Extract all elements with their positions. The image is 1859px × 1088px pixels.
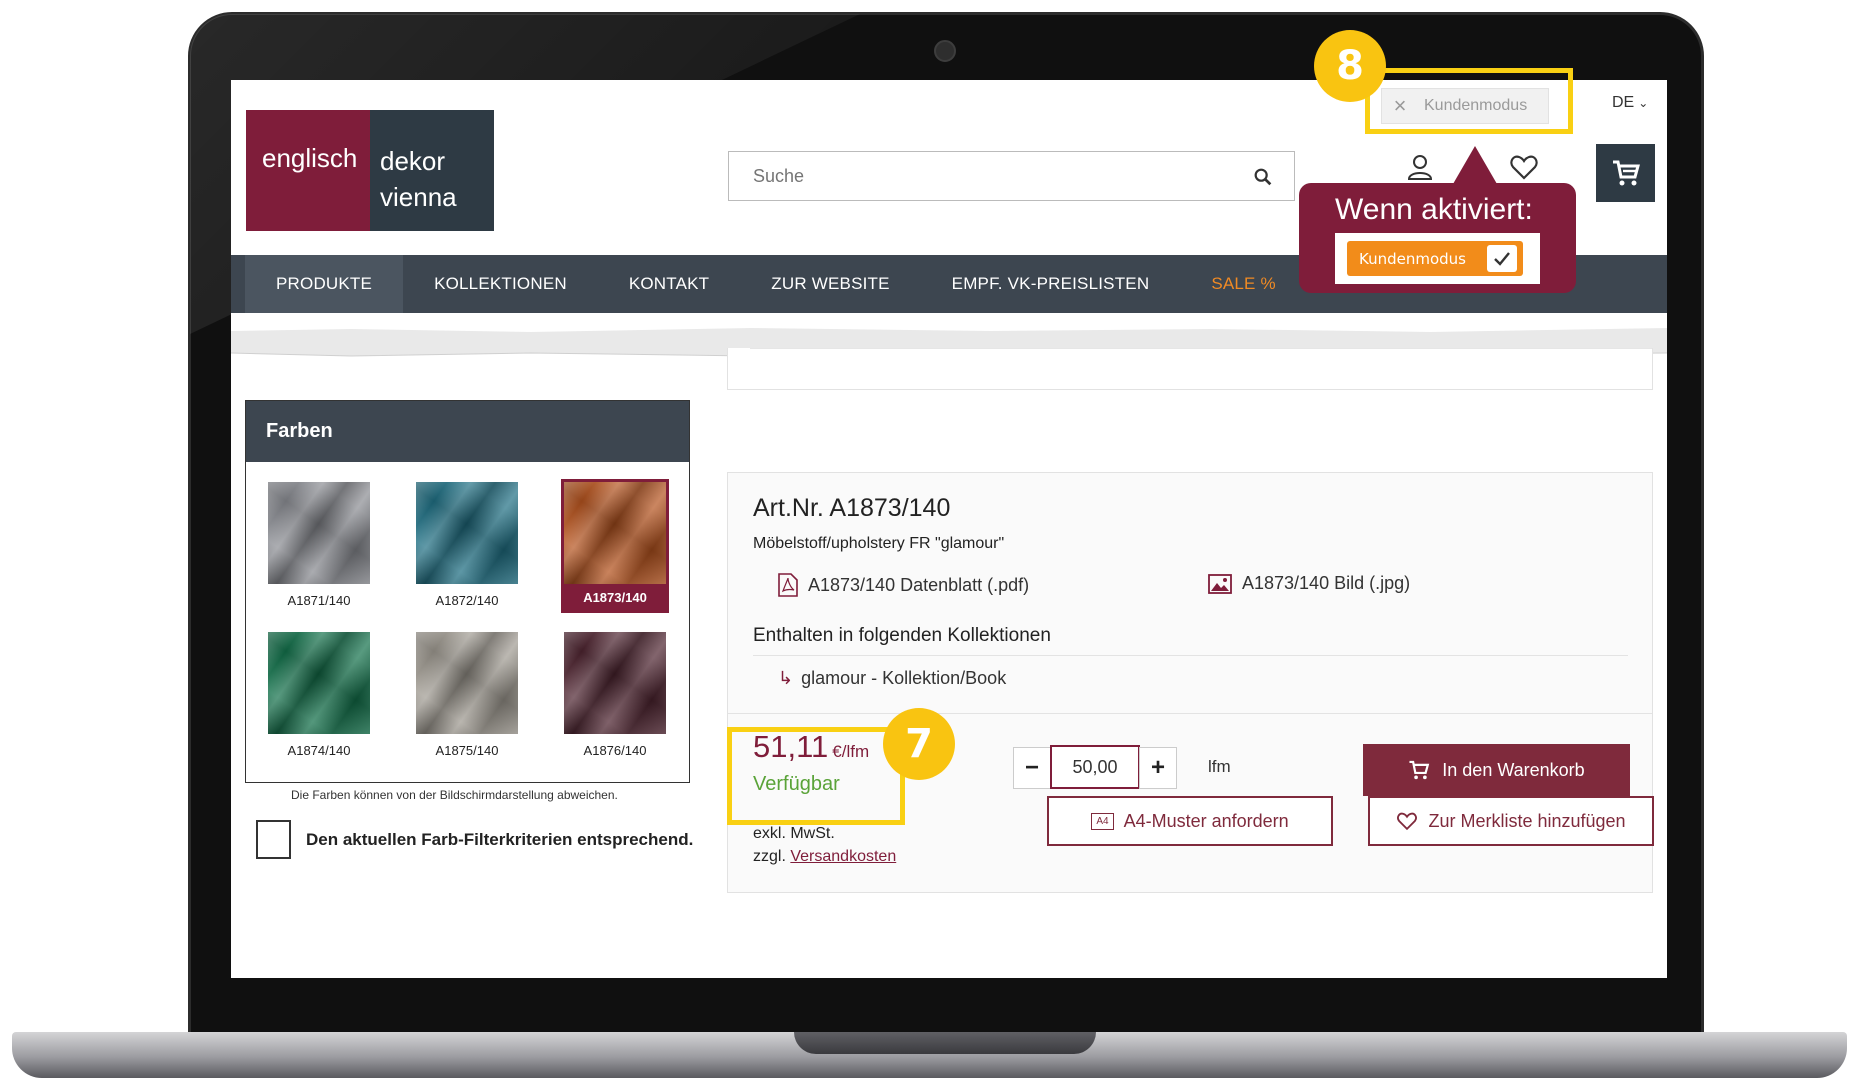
request-sample-button[interactable]: A4 A4-Muster anfordern xyxy=(1047,796,1333,846)
search-input[interactable] xyxy=(729,152,1199,200)
arrow-turn-icon: ↳ xyxy=(778,668,794,688)
swatch-image xyxy=(268,482,370,584)
request-sample-label: A4-Muster anfordern xyxy=(1123,810,1289,831)
swatch-label: A1874/140 xyxy=(287,743,351,758)
nav-item-sale[interactable]: SALE % xyxy=(1180,255,1307,313)
search-icon[interactable] xyxy=(1252,166,1274,188)
step-badge-8: 8 xyxy=(1314,30,1386,102)
a4-sample-icon: A4 xyxy=(1091,812,1114,830)
add-to-wishlist-button[interactable]: Zur Merkliste hinzufügen xyxy=(1368,796,1654,846)
highlight-price xyxy=(727,727,905,825)
nav-item-produkte[interactable]: PRODUKTE xyxy=(245,255,404,313)
image-label: A1873/140 Bild (.jpg) xyxy=(1242,573,1411,593)
logo-text-top: dekor xyxy=(380,146,446,176)
camera-icon xyxy=(934,40,956,62)
highlight-kundenmodus xyxy=(1365,68,1573,134)
color-filter-checkbox[interactable] xyxy=(256,820,291,859)
logo-text-bottom: vienna xyxy=(380,182,457,212)
heart-icon[interactable] xyxy=(1509,152,1539,182)
quantity-input[interactable] xyxy=(1050,745,1140,789)
user-icon[interactable] xyxy=(1405,152,1435,182)
tax-note: exkl. MwSt. xyxy=(753,825,835,842)
cart-icon xyxy=(1612,160,1640,186)
colors-panel: Farben A1871/140 A1872/140 A1873/140 A18… xyxy=(245,400,690,783)
check-icon xyxy=(1487,245,1517,272)
shipping-note: zzgl. Versandkosten xyxy=(753,848,896,866)
swatch-a1873[interactable]: A1873/140 xyxy=(561,479,669,613)
swatch-a1876[interactable]: A1876/140 xyxy=(564,632,666,758)
swatch-image xyxy=(416,632,518,734)
step-badge-7: 7 xyxy=(883,708,955,780)
callout-title: Wenn aktiviert: xyxy=(1335,193,1533,226)
swatch-image xyxy=(268,632,370,734)
image-icon xyxy=(1208,573,1232,594)
swatch-label: A1876/140 xyxy=(583,743,647,758)
nav-item-preislisten[interactable]: EMPF. VK-PREISLISTEN xyxy=(921,255,1181,313)
swatch-label: A1875/140 xyxy=(435,743,499,758)
language-label: DE xyxy=(1612,94,1635,111)
upper-panel-edge xyxy=(727,348,1653,390)
shipping-link[interactable]: Versandkosten xyxy=(790,848,896,865)
logo-left: englisch xyxy=(246,110,370,231)
datasheet-label: A1873/140 Datenblatt (.pdf) xyxy=(808,574,1030,595)
heart-icon xyxy=(1397,812,1418,831)
add-to-cart-label: In den Warenkorb xyxy=(1442,759,1585,780)
kundenmodus-callout: Wenn aktiviert: Kundenmodus xyxy=(1299,183,1576,293)
nav-item-zur-website[interactable]: ZUR WEBSITE xyxy=(740,255,920,313)
logo[interactable]: englisch dekor vienna xyxy=(246,110,494,231)
logo-right: dekor vienna xyxy=(370,110,494,231)
swatch-a1872[interactable]: A1872/140 xyxy=(416,482,518,608)
collection-link[interactable]: ↳ glamour - Kollektion/Book xyxy=(778,668,1006,689)
callout-toggle-example: Kundenmodus xyxy=(1335,233,1540,284)
swatch-image xyxy=(416,482,518,584)
colors-panel-title: Farben xyxy=(246,401,689,462)
nav-item-kollektionen[interactable]: KOLLEKTIONEN xyxy=(403,255,598,313)
swatch-a1875[interactable]: A1875/140 xyxy=(416,632,518,758)
color-filter-option[interactable]: Den aktuellen Farb-Filterkriterien entsp… xyxy=(256,820,693,859)
kundenmodus-active-toggle: Kundenmodus xyxy=(1347,241,1523,276)
callout-toggle-label: Kundenmodus xyxy=(1359,249,1466,268)
collection-label: glamour - Kollektion/Book xyxy=(801,668,1007,688)
product-subtitle: Möbelstoff/upholstery FR "glamour" xyxy=(753,535,1005,552)
swatch-label: A1873/140 xyxy=(583,590,647,605)
cart-button[interactable] xyxy=(1596,144,1655,202)
quantity-unit: lfm xyxy=(1208,757,1231,776)
collections-heading: Enthalten in folgenden Kollektionen xyxy=(753,625,1051,646)
add-to-wishlist-label: Zur Merkliste hinzufügen xyxy=(1428,810,1626,831)
laptop-base-notch xyxy=(794,1032,1096,1054)
swatch-label: A1872/140 xyxy=(435,593,499,608)
language-selector[interactable]: DE ⌄ xyxy=(1612,94,1648,112)
quantity-decrease-button[interactable]: − xyxy=(1013,747,1051,789)
swatch-image xyxy=(564,632,666,734)
product-title: Art.Nr. A1873/140 xyxy=(753,494,951,522)
swatch-a1874[interactable]: A1874/140 xyxy=(268,632,370,758)
swatch-label: A1871/140 xyxy=(287,593,351,608)
datasheet-link[interactable]: A1873/140 Datenblatt (.pdf) xyxy=(778,573,1029,597)
color-disclaimer: Die Farben können von der Bildschirmdars… xyxy=(291,788,618,802)
add-to-cart-button[interactable]: In den Warenkorb xyxy=(1363,744,1630,796)
chevron-down-icon: ⌄ xyxy=(1638,96,1649,110)
nav-item-kontakt[interactable]: KONTAKT xyxy=(598,255,740,313)
search-box xyxy=(728,151,1295,201)
quantity-increase-button[interactable]: + xyxy=(1139,747,1177,789)
pdf-icon xyxy=(778,573,798,597)
callout-arrow xyxy=(1453,146,1497,184)
swatch-image xyxy=(564,482,666,584)
color-filter-label: Den aktuellen Farb-Filterkriterien entsp… xyxy=(306,829,694,849)
laptop-mockup: DE⌄ × Kundenmodus englisch dekor vienna xyxy=(0,0,1859,1088)
shipping-prefix: zzgl. xyxy=(753,848,786,865)
swatch-a1871[interactable]: A1871/140 xyxy=(268,482,370,608)
cart-icon xyxy=(1409,760,1430,780)
image-link[interactable]: A1873/140 Bild (.jpg) xyxy=(1208,573,1410,594)
